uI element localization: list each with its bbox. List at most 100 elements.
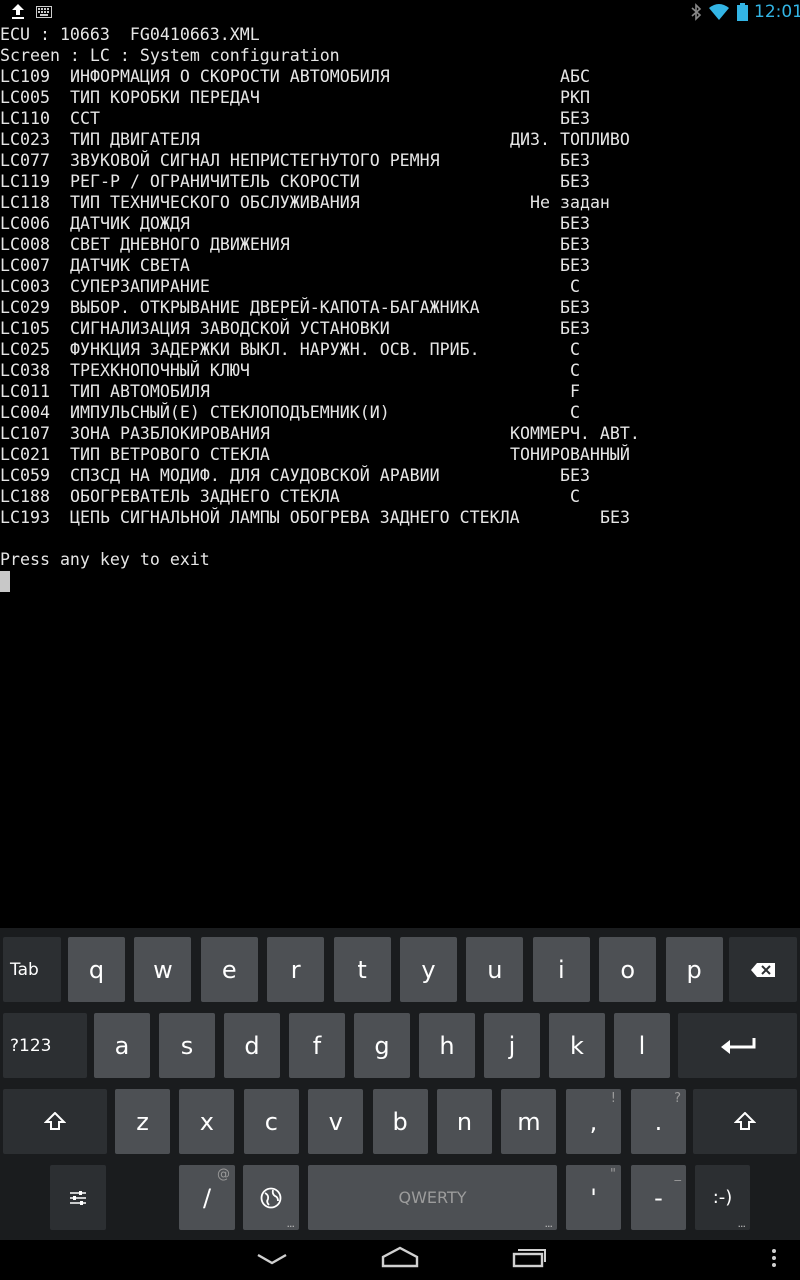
slash-key[interactable]: / @ [179,1165,235,1230]
row-code: LC004 [0,403,50,422]
key-x[interactable]: x [179,1089,235,1154]
key-a[interactable]: a [94,1013,150,1078]
key-o[interactable]: o [599,937,657,1002]
key-k[interactable]: k [549,1013,605,1078]
comma-key[interactable]: ,! [566,1089,621,1154]
space-key[interactable]: QWERTY... [308,1165,557,1230]
key-d[interactable]: d [224,1013,280,1078]
row-value: АБС [560,67,590,86]
key-y[interactable]: y [400,937,457,1002]
key-r[interactable]: r [267,937,325,1002]
key-u[interactable]: u [466,937,524,1002]
row-description: ЗОНА РАЗБЛОКИРОВАНИЯ [70,424,270,443]
key-m-label: m [517,1107,541,1136]
slash-key-hint: @ [217,1167,230,1182]
navigation-bar [0,1240,800,1280]
comma-key-label: , [589,1107,598,1136]
row-value: БЕЗ [560,214,590,233]
backspace-icon [751,962,775,977]
language-key[interactable]: ... [243,1165,299,1230]
row-code: LC193 [0,508,50,527]
settings-key[interactable] [50,1165,106,1230]
key-m[interactable]: m [501,1089,557,1154]
config-row: LC006 ДАТЧИК ДОЖДЯ БЕЗ [0,213,800,234]
key-t[interactable]: t [333,937,391,1002]
row-code: LC029 [0,298,50,317]
tab-key[interactable]: Tab [3,937,61,1002]
key-g-label: g [374,1031,390,1060]
key-v[interactable]: v [308,1089,364,1154]
period-key-hint: ? [674,1091,681,1106]
row-value: БЕЗ [560,298,590,317]
wifi-icon [709,4,729,20]
apostrophe-key[interactable]: ' " [566,1165,621,1230]
backspace-key[interactable] [729,937,797,1002]
key-q[interactable]: q [68,937,125,1002]
hide-keyboard-icon[interactable] [256,1252,288,1266]
config-row: LC193 ЦЕПЬ СИГНАЛЬНОЙ ЛАМПЫ ОБОГРЕВА ЗАДН… [0,507,800,528]
key-c-label: c [264,1107,278,1136]
row-value: БЕЗ [560,151,590,170]
row-code: LC059 [0,466,50,485]
row-code: LC105 [0,319,50,338]
config-row: LC109 ИНФОРМАЦИЯ О СКОРОСТИ АВТОМОБИЛЯ АБС [0,66,800,87]
row-code: LC005 [0,88,50,107]
row-code: LC110 [0,109,50,128]
key-l[interactable]: l [614,1013,670,1078]
text-cursor [0,571,10,592]
row-description: СВЕТ ДНЕВНОГО ДВИЖЕНИЯ [70,235,290,254]
dash-key[interactable]: - _ [631,1165,686,1230]
enter-icon [720,1037,755,1054]
upload-icon [12,4,24,19]
key-y-label: y [421,955,436,984]
key-h-label: h [439,1031,455,1060]
row-value: БЕЗ [560,319,590,338]
config-row: LC005 ТИП КОРОБКИ ПЕРЕДАЧ РКП [0,87,800,108]
config-row: LC059 СПЗСД НА МОДИФ. ДЛЯ САУДОВСКОЙ АРАВ… [0,465,800,486]
key-e-label: e [221,955,237,984]
home-icon[interactable] [381,1246,419,1268]
key-f[interactable]: f [289,1013,345,1078]
terminal-header-line: Screen : LC : System configuration [0,45,800,66]
key-n[interactable]: n [437,1089,492,1154]
key-e[interactable]: e [200,937,258,1002]
key-z-label: z [136,1107,149,1136]
row-value: БЕЗ [600,508,630,527]
key-p[interactable]: p [665,937,723,1002]
key-z[interactable]: z [115,1089,170,1154]
key-i[interactable]: i [532,937,590,1002]
smiley-key[interactable]: :-)... [695,1165,750,1230]
settings-sliders-icon [70,1190,86,1205]
row-value: F [570,382,580,401]
key-c[interactable]: c [243,1089,299,1154]
shift-key-right[interactable] [693,1089,797,1154]
symbols-key[interactable]: ?123 [3,1013,87,1078]
comma-key-hint: ! [610,1091,616,1106]
key-j[interactable]: j [484,1013,540,1078]
row-value: С [570,487,580,506]
row-value: КОММЕРЧ. АВТ. [510,424,640,443]
row-description: ТРЕХКНОПОЧНЫЙ КЛЮЧ [70,361,250,380]
shift-icon [734,1111,756,1130]
shift-key-left[interactable] [3,1089,107,1154]
key-b[interactable]: b [372,1089,428,1154]
terminal-footer: Press any key to exit [0,549,800,570]
row-value: ДИЗ. ТОПЛИВО [510,130,630,149]
row-description: ДАТЧИК ДОЖДЯ [70,214,190,233]
key-g[interactable]: g [354,1013,410,1078]
tab-key-label: Tab [10,959,39,980]
enter-key[interactable] [678,1013,797,1078]
row-description: ИНФОРМАЦИЯ О СКОРОСТИ АВТОМОБИЛЯ [70,67,390,86]
key-h[interactable]: h [419,1013,475,1078]
key-s-label: s [180,1031,194,1060]
overflow-menu-icon[interactable] [771,1248,777,1268]
row-description: ЗВУКОВОЙ СИГНАЛ НЕПРИСТЕГНУТОГО РЕМНЯ [70,151,440,170]
config-row: LC021 ТИП ВЕТРОВОГО СТЕКЛА ТОНИРОВАННЫЙ [0,444,800,465]
period-key[interactable]: .? [631,1089,686,1154]
row-description: ЦЕПЬ СИГНАЛЬНОЙ ЛАМПЫ ОБОГРЕВА ЗАДНЕГО С… [70,508,520,527]
key-w[interactable]: w [134,937,192,1002]
key-s[interactable]: s [159,1013,215,1078]
row-code: LC023 [0,130,50,149]
recent-apps-icon[interactable] [511,1246,547,1268]
bluetooth-icon [691,3,702,21]
